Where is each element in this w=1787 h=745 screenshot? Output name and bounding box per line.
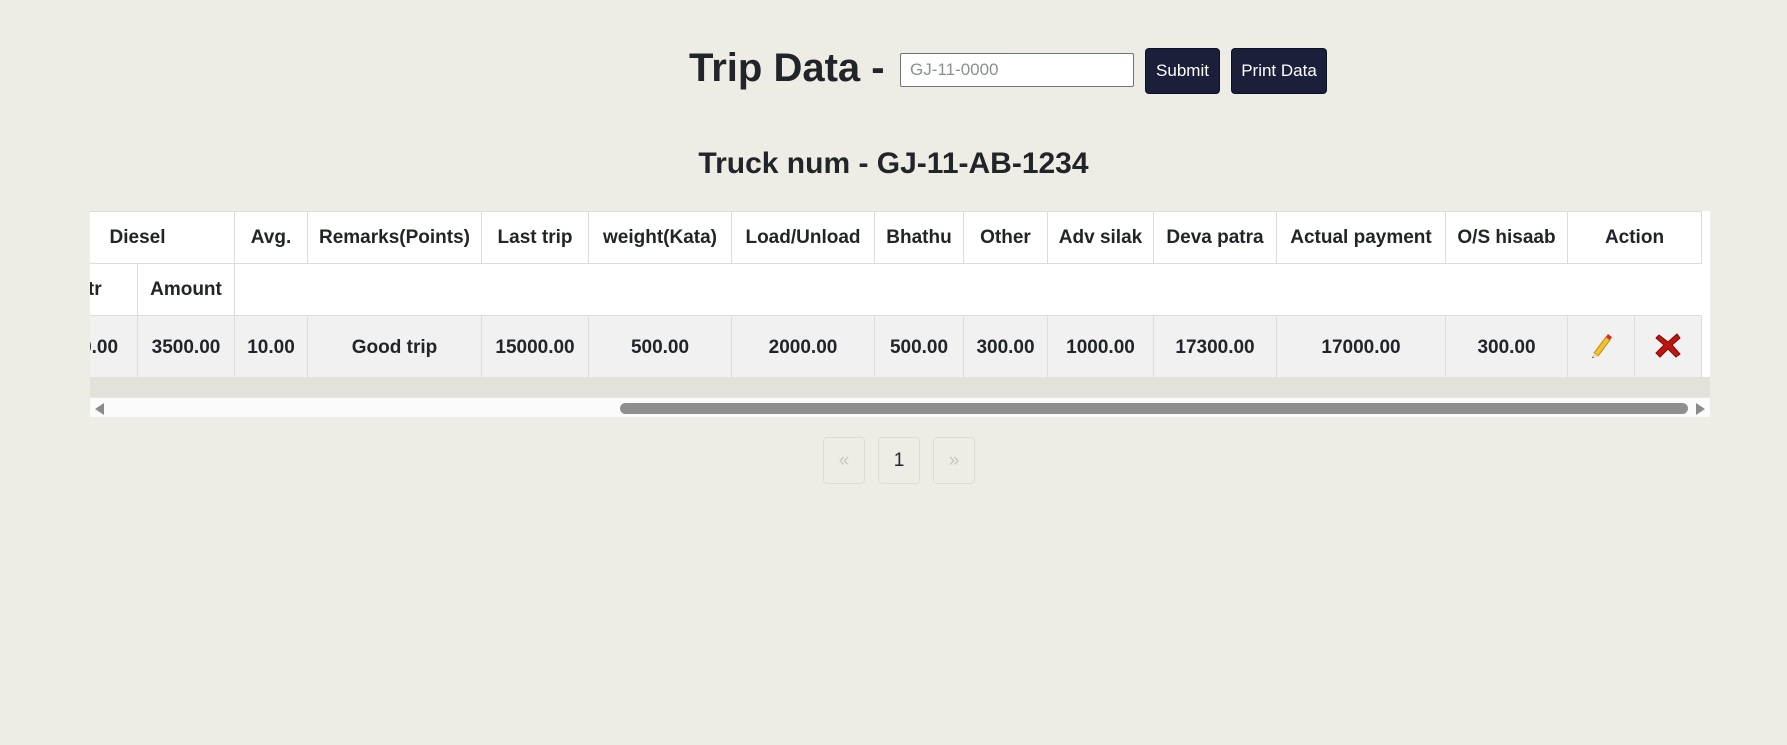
pagination-next[interactable]: »: [933, 437, 975, 484]
cell-amount: 3500.00: [137, 315, 235, 380]
cell-actual-payment: 17000.00: [1276, 315, 1446, 380]
table-footer-band: [90, 377, 1710, 397]
delete-x-icon[interactable]: [1654, 331, 1682, 365]
scroll-left-arrow-icon[interactable]: [95, 403, 104, 415]
header-avg: Avg.: [234, 211, 308, 264]
cell-bhathu: 500.00: [874, 315, 964, 380]
header-last-trip: Last trip: [481, 211, 589, 264]
pagination: « 1 »: [823, 437, 975, 484]
cell-avg: 10.00: [234, 315, 308, 380]
page-title: Trip Data -: [689, 46, 885, 90]
pagination-prev[interactable]: «: [823, 437, 865, 484]
subheader-amount: Amount: [137, 263, 235, 316]
cell-ltr: 350.00: [90, 315, 138, 380]
header-deva-patra: Deva patra: [1153, 211, 1277, 264]
header-load-unload: Load/Unload: [731, 211, 875, 264]
header-other: Other: [963, 211, 1048, 264]
cell-adv-silak: 1000.00: [1047, 315, 1154, 380]
header-action: Action: [1567, 211, 1702, 264]
cell-os-hisaab: 300.00: [1445, 315, 1568, 380]
header-actual-payment: Actual payment: [1276, 211, 1446, 264]
cell-remarks: Good trip: [307, 315, 482, 380]
header-remarks: Remarks(Points): [307, 211, 482, 264]
submit-button[interactable]: Submit: [1145, 48, 1220, 94]
header-diesel: Diesel: [90, 211, 235, 264]
subheader-empty: [234, 263, 1702, 316]
table-row: 350.00 3500.00 10.00 Good trip 15000.00 …: [90, 315, 1702, 380]
scrollbar-thumb[interactable]: [620, 403, 1688, 414]
cell-deva-patra: 17300.00: [1153, 315, 1277, 380]
horizontal-scrollbar[interactable]: [90, 397, 1710, 417]
scroll-right-arrow-icon[interactable]: [1696, 403, 1705, 415]
pagination-page-1[interactable]: 1: [878, 437, 920, 484]
delete-cell: [1634, 315, 1702, 380]
print-data-button[interactable]: Print Data: [1231, 48, 1327, 94]
header-adv-silak: Adv silak: [1047, 211, 1154, 264]
cell-other: 300.00: [963, 315, 1048, 380]
edit-cell: [1567, 315, 1635, 380]
trip-table-container[interactable]: Diesel Avg. Remarks(Points) Last trip we…: [90, 211, 1710, 417]
truck-number-input[interactable]: [900, 53, 1134, 87]
header-bhathu: Bhathu: [874, 211, 964, 264]
subheader-ltr: Ltr: [90, 263, 138, 316]
cell-last-trip: 15000.00: [481, 315, 589, 380]
header-os-hisaab: O/S hisaab: [1445, 211, 1568, 264]
cell-weight: 500.00: [588, 315, 732, 380]
header-weight: weight(Kata): [588, 211, 732, 264]
pencil-icon[interactable]: [1588, 331, 1614, 365]
truck-number-heading: Truck num - GJ-11-AB-1234: [698, 147, 1089, 180]
trip-table: Diesel Avg. Remarks(Points) Last trip we…: [90, 211, 1702, 380]
cell-load-unload: 2000.00: [731, 315, 875, 380]
